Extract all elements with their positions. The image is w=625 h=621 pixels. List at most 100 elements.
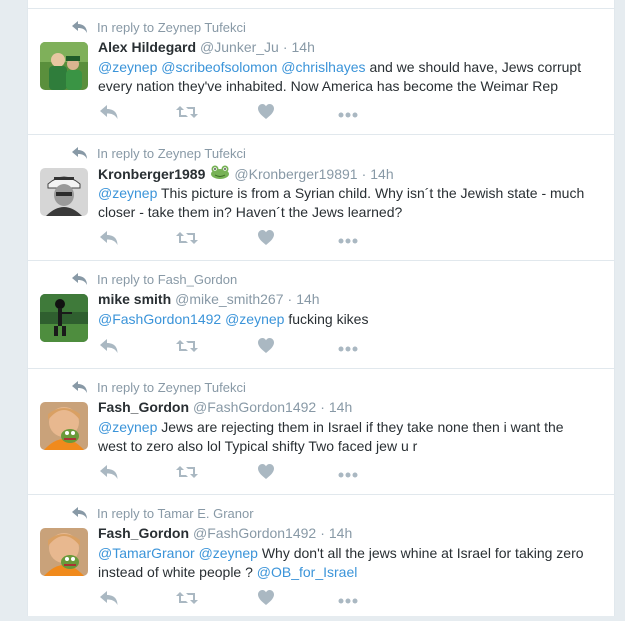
- like-button[interactable]: [258, 464, 274, 484]
- display-name[interactable]: Fash_Gordon: [98, 525, 189, 541]
- tweet-text: @zeynep This picture is from a Syrian ch…: [98, 184, 603, 222]
- reply-icon: [100, 231, 118, 250]
- display-name[interactable]: mike smith: [98, 291, 171, 307]
- more-button[interactable]: [338, 590, 358, 610]
- tweet-text-body: and we should have, Jews corrupt: [369, 59, 582, 75]
- tweet[interactable]: In reply to Tamar E. Granor Fash_Gordon …: [28, 495, 614, 621]
- username[interactable]: @mike_smith267: [175, 291, 283, 307]
- reply-icon: [100, 339, 118, 358]
- mention-link[interactable]: @zeynep: [98, 419, 157, 435]
- mention-link[interactable]: @zeynep: [98, 185, 157, 201]
- more-button[interactable]: [338, 230, 358, 250]
- more-icon: [338, 465, 358, 483]
- reply-context[interactable]: In reply to Zeynep Tufekci: [72, 145, 246, 161]
- tweet-text-body: Why don't all the jews whine at Israel f…: [261, 545, 584, 561]
- like-button[interactable]: [258, 104, 274, 124]
- mention-link[interactable]: @zeynep: [199, 545, 258, 561]
- tweet-text: @FashGordon1492 @zeynep fucking kikes: [98, 310, 603, 329]
- display-name[interactable]: Fash_Gordon: [98, 399, 189, 415]
- more-icon: [338, 339, 358, 357]
- tweet-text-line: every nation they've inhabited. Now Amer…: [98, 78, 558, 94]
- username[interactable]: @Kronberger19891: [234, 166, 357, 182]
- reply-context-icon: [72, 21, 88, 33]
- like-button[interactable]: [258, 230, 274, 250]
- retweet-button[interactable]: [176, 590, 198, 610]
- reply-button[interactable]: [100, 464, 118, 484]
- avatar[interactable]: [40, 42, 88, 90]
- display-name[interactable]: Kronberger1989: [98, 166, 205, 182]
- mention-link[interactable]: @OB_for_Israel: [257, 564, 358, 580]
- retweet-icon: [176, 104, 198, 125]
- heart-icon: [258, 338, 274, 358]
- like-button[interactable]: [258, 590, 274, 610]
- avatar[interactable]: [40, 168, 88, 216]
- tweet-text-line: closer - take them in? Haven´t the Jews …: [98, 204, 403, 220]
- mention-link[interactable]: @FashGordon1492: [98, 311, 221, 327]
- reply-button[interactable]: [100, 230, 118, 250]
- tweet-text: @zeynep @scribeofsolomon @chrislhayes an…: [98, 58, 603, 96]
- more-button[interactable]: [338, 338, 358, 358]
- more-button[interactable]: [338, 104, 358, 124]
- separator: ·: [361, 165, 367, 182]
- display-name[interactable]: Alex Hildegard: [98, 39, 196, 55]
- reply-context-icon: [72, 507, 88, 519]
- reply-button[interactable]: [100, 590, 118, 610]
- reply-button[interactable]: [100, 338, 118, 358]
- retweet-icon: [176, 338, 198, 359]
- tweet-header: Kronberger1989 @Kronberger19891 · 14h: [98, 165, 394, 182]
- retweet-icon: [176, 590, 198, 611]
- tweet-header: Fash_Gordon @FashGordon1492 · 14h: [98, 399, 352, 415]
- retweet-button[interactable]: [176, 104, 198, 124]
- avatar[interactable]: [40, 294, 88, 342]
- tweet-text-body: fucking kikes: [288, 311, 369, 327]
- more-icon: [338, 105, 358, 123]
- mention-link[interactable]: @zeynep: [225, 311, 284, 327]
- username[interactable]: @Junker_Ju: [200, 39, 279, 55]
- timestamp[interactable]: 14h: [370, 166, 393, 182]
- timestamp[interactable]: 14h: [296, 291, 319, 307]
- timestamp[interactable]: 14h: [292, 39, 315, 55]
- reply-context-text: In reply to Zeynep Tufekci: [97, 19, 246, 35]
- reply-icon: [100, 465, 118, 484]
- mention-link[interactable]: @zeynep: [98, 59, 157, 75]
- timestamp[interactable]: 14h: [329, 525, 352, 541]
- retweet-button[interactable]: [176, 464, 198, 484]
- tweet-text-line: @zeynep This picture is from a Syrian ch…: [98, 184, 603, 203]
- tweet[interactable]: In reply to Zeynep Tufekci Fash_Gordon @…: [28, 369, 614, 495]
- tweet-text: @TamarGranor @zeynep Why don't all the j…: [98, 544, 603, 582]
- reply-button[interactable]: [100, 104, 118, 124]
- tweet-text-line: @TamarGranor @zeynep Why don't all the j…: [98, 544, 603, 563]
- mention-link[interactable]: @scribeofsolomon: [161, 59, 277, 75]
- tweet-text-line: @zeynep Jews are rejecting them in Israe…: [98, 418, 603, 437]
- username[interactable]: @FashGordon1492: [193, 399, 316, 415]
- reply-context[interactable]: In reply to Fash_Gordon: [72, 271, 237, 287]
- tweet-text-body: instead of white people ?: [98, 564, 253, 580]
- retweet-button[interactable]: [176, 338, 198, 358]
- frog-emoji-icon: [210, 165, 230, 182]
- avatar[interactable]: [40, 402, 88, 450]
- reply-context-text: In reply to Fash_Gordon: [97, 271, 238, 287]
- tweet[interactable]: In reply to Fash_Gordon mike smith @mike…: [28, 261, 614, 369]
- username[interactable]: @FashGordon1492: [193, 525, 316, 541]
- mention-link[interactable]: @TamarGranor: [98, 545, 195, 561]
- reply-context-text: In reply to Tamar E. Granor: [97, 505, 254, 521]
- reply-context[interactable]: In reply to Tamar E. Granor: [72, 505, 254, 521]
- like-button[interactable]: [258, 338, 274, 358]
- reply-context[interactable]: In reply to Zeynep Tufekci: [72, 379, 246, 395]
- tweet[interactable]: In reply to Zeynep Tufekci Kronberger198…: [28, 135, 614, 261]
- reply-context[interactable]: In reply to Zeynep Tufekci: [72, 19, 246, 35]
- separator: ·: [282, 39, 288, 55]
- avatar[interactable]: [40, 528, 88, 576]
- tweet-header: mike smith @mike_smith267 · 14h: [98, 291, 320, 307]
- reply-context-text: In reply to Zeynep Tufekci: [97, 379, 246, 395]
- tweet-text-body: Jews are rejecting them in Israel if the…: [161, 419, 564, 435]
- reply-context-icon: [72, 147, 88, 159]
- mention-link[interactable]: @chrislhayes: [281, 59, 365, 75]
- heart-icon: [258, 464, 274, 484]
- separator: ·: [287, 291, 293, 307]
- tweet[interactable]: In reply to Zeynep Tufekci Alex Hildegar…: [28, 9, 614, 135]
- retweet-button[interactable]: [176, 230, 198, 250]
- more-button[interactable]: [338, 464, 358, 484]
- timestamp[interactable]: 14h: [329, 399, 352, 415]
- separator: ·: [320, 399, 325, 415]
